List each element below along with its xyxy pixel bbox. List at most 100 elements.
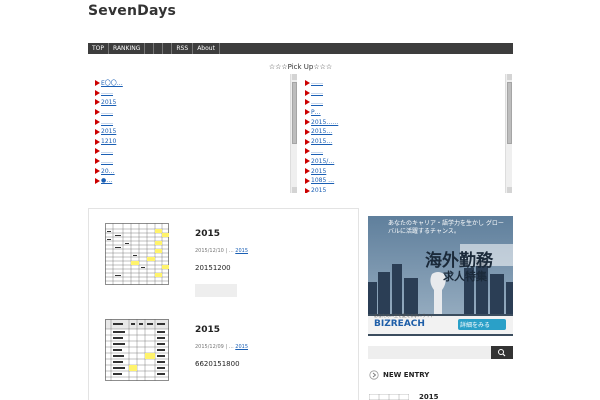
nav-item-rss[interactable]: RSS — [172, 43, 194, 54]
triangle-bullet-icon — [305, 148, 310, 155]
ad-cta-button[interactable]: 詳細をみる — [460, 320, 490, 329]
pickup-item: 2015 — [95, 98, 297, 108]
pickup-item: …… — [305, 88, 512, 98]
scroll-down-arrow-icon[interactable] — [507, 187, 512, 193]
triangle-bullet-icon — [95, 79, 100, 86]
pickup-link[interactable]: 2015 — [101, 99, 116, 106]
sidebar-entry-thumbnail[interactable] — [369, 394, 409, 400]
sidebar-search — [368, 346, 513, 359]
nav-item-top[interactable]: TOP — [88, 43, 110, 54]
triangle-bullet-icon — [95, 119, 100, 126]
triangle-bullet-icon — [305, 99, 310, 106]
pickup-list-right: …… …… …… P… 2015…… 2015… 2015… …… 2015/…… — [305, 74, 512, 193]
pickup-link[interactable]: 2015 — [311, 187, 326, 193]
triangle-bullet-icon — [305, 109, 310, 116]
pickup-list-left: E〇〇… …… 2015 …… …… 2015 1210 …… …… 20… ●… — [95, 74, 297, 193]
pickup-item: …… — [95, 107, 297, 117]
entry-excerpt: 20151200 — [195, 264, 231, 272]
sidebar-ad-banner[interactable]: あなたのキャリア・語学力を生かし グローバルに活躍するチャンス。 海外勤務 求人… — [368, 216, 513, 336]
main-content: 2015 2015/12/10 | … 2015 20151200 2015 2… — [88, 208, 359, 400]
search-input[interactable] — [368, 346, 490, 359]
scroll-up-arrow-icon[interactable] — [292, 74, 297, 80]
pickup-link[interactable]: P… — [311, 109, 321, 116]
pickup-item: 2015 — [305, 186, 512, 193]
pickup-item: …… — [305, 78, 512, 88]
triangle-bullet-icon — [305, 187, 310, 193]
pickup-link[interactable]: …… — [101, 148, 113, 155]
pickup-title: ☆☆☆Pick Up☆☆☆ — [268, 63, 333, 71]
search-icon — [498, 349, 506, 357]
pickup-link[interactable]: …… — [101, 158, 113, 165]
entry-meta: 2015/12/10 | … 2015 — [195, 248, 249, 254]
pickup-item: 2015 — [95, 127, 297, 137]
triangle-bullet-icon — [305, 119, 310, 126]
pickup-link[interactable]: 1210 — [101, 138, 116, 145]
pickup-link[interactable]: 2015… — [311, 138, 332, 145]
pickup-link[interactable]: 2015 — [311, 168, 326, 175]
pickup-item: …… — [305, 98, 512, 108]
pickup-link[interactable]: …… — [101, 119, 113, 126]
triangle-bullet-icon — [305, 128, 310, 135]
pickup-link[interactable]: 2015/… — [311, 158, 334, 165]
scroll-down-arrow-icon[interactable] — [292, 187, 297, 193]
nav-item-about[interactable]: About — [193, 43, 220, 54]
triangle-bullet-icon — [95, 148, 100, 155]
entry-meta: 2015/12/09 | … 2015 — [195, 344, 249, 350]
new-entry-title: NEW ENTRY — [383, 371, 430, 379]
entry-thumbnail-table-image[interactable] — [105, 319, 169, 381]
pickup-item: 1085 … — [305, 176, 512, 186]
ad-top-text: あなたのキャリア・語学力を生かし グローバルに活躍するチャンス。 — [388, 220, 504, 235]
pickup-item: 2015… — [305, 137, 512, 147]
pickup-link[interactable]: …… — [311, 99, 323, 106]
site-title[interactable]: SevenDays — [88, 3, 176, 19]
ad-brand-logo: BIZREACH — [374, 319, 425, 329]
entry-category-link[interactable]: 2015 — [235, 344, 248, 350]
pickup-link[interactable]: ●… — [101, 177, 112, 184]
sidebar-entry-title[interactable]: 2015 — [419, 393, 438, 400]
pickup-left-scrollbar[interactable] — [290, 74, 297, 193]
pickup-link[interactable]: 1085 … — [311, 177, 334, 184]
search-button[interactable] — [491, 346, 513, 359]
pickup-link[interactable]: 2015… — [311, 128, 332, 135]
entry-thumbnail-table-image[interactable] — [105, 223, 169, 285]
nav-item-3[interactable] — [145, 43, 155, 54]
entry-category-link[interactable]: 2015 — [235, 248, 248, 254]
pickup-link[interactable]: …… — [311, 148, 323, 155]
triangle-bullet-icon — [95, 109, 100, 116]
pickup-right-scrollbar[interactable] — [505, 74, 512, 193]
pickup-item: …… — [95, 88, 297, 98]
pickup-item: ●… — [95, 176, 297, 186]
circle-arrow-icon — [369, 370, 379, 380]
pickup-link[interactable]: 2015…… — [311, 119, 338, 126]
new-entry-heading: NEW ENTRY — [369, 370, 429, 380]
triangle-bullet-icon — [95, 138, 100, 145]
triangle-bullet-icon — [95, 158, 100, 165]
triangle-bullet-icon — [95, 89, 100, 96]
pickup-link[interactable]: …… — [101, 109, 113, 116]
pickup-link[interactable]: …… — [311, 89, 323, 96]
nav-item-ranking[interactable]: RANKING — [109, 43, 146, 54]
pickup-link[interactable]: …… — [311, 79, 323, 86]
pickup-link[interactable]: 20… — [101, 168, 115, 175]
scroll-up-arrow-icon[interactable] — [507, 74, 512, 80]
scroll-thumb[interactable] — [292, 82, 297, 144]
pickup-link[interactable]: E〇〇… — [101, 78, 123, 87]
entry-date: 2015/12/10 — [195, 248, 224, 254]
pickup-item: 20… — [95, 166, 297, 176]
pickup-item: …… — [95, 156, 297, 166]
pickup-item: …… — [95, 117, 297, 127]
pickup-item: …… — [95, 147, 297, 157]
pickup-item: …… — [305, 147, 512, 157]
triangle-bullet-icon — [305, 168, 310, 175]
pickup-link[interactable]: …… — [101, 89, 113, 96]
nav-item-4[interactable] — [154, 43, 164, 54]
triangle-bullet-icon — [95, 99, 100, 106]
entry-title[interactable]: 2015 — [195, 325, 220, 335]
triangle-bullet-icon — [305, 89, 310, 96]
pickup-link[interactable]: 2015 — [101, 128, 116, 135]
read-more-button[interactable] — [195, 284, 237, 297]
scroll-thumb[interactable] — [507, 82, 512, 144]
nav-item-5[interactable] — [163, 43, 173, 54]
entry-title[interactable]: 2015 — [195, 229, 220, 239]
triangle-bullet-icon — [305, 79, 310, 86]
